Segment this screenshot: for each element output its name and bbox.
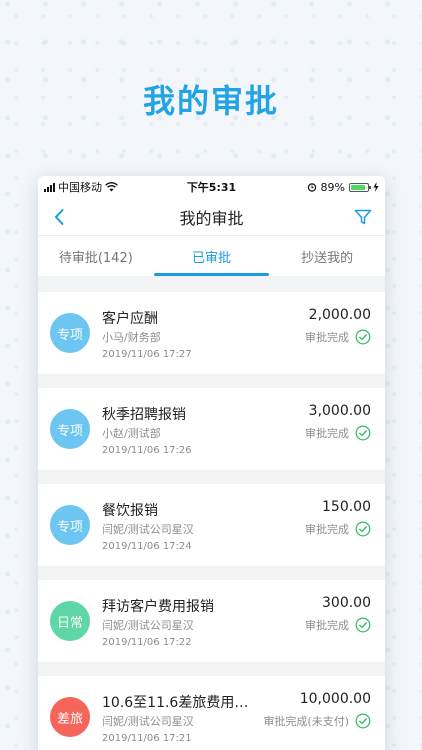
approval-item[interactable]: 专项 秋季招聘报销 小赵/测试部 2019/11/06 17:26 3,000.… — [38, 388, 385, 470]
approval-item[interactable]: 专项 客户应酬 小马/财务部 2019/11/06 17:27 2,000.00… — [38, 292, 385, 374]
tab-bar: 待审批(142) 已审批 抄送我的 — [38, 236, 385, 276]
check-circle-icon — [355, 617, 371, 633]
check-circle-icon — [355, 713, 371, 729]
item-status: 审批完成 — [305, 329, 371, 345]
item-subtitle: 小马/财务部 — [102, 331, 161, 344]
item-amount: 10,000.00 — [299, 691, 371, 707]
item-status: 审批完成(未支付) — [263, 713, 371, 729]
approval-item[interactable]: 专项 餐饮报销 闫妮/测试公司星汉 2019/11/06 17:24 150.0… — [38, 484, 385, 566]
check-circle-icon — [355, 521, 371, 537]
alarm-icon — [307, 183, 316, 192]
item-time: 2019/11/06 17:21 — [102, 733, 192, 744]
page-title: 我的审批 — [179, 208, 244, 228]
item-amount: 300.00 — [322, 595, 371, 611]
item-title: 秋季招聘报销 — [102, 407, 186, 423]
status-bar: 中国移动 下午5:31 89% — [38, 176, 385, 198]
check-circle-icon — [355, 329, 371, 345]
category-tag: 日常 — [50, 601, 90, 641]
item-time: 2019/11/06 17:26 — [102, 445, 192, 456]
approval-item[interactable]: 差旅 10.6至11.6差旅费用… 闫妮/测试公司星汉 2019/11/06 1… — [38, 676, 385, 750]
phone-screen: 中国移动 下午5:31 89% 我的审批 待审批(142) 已审批 抄送我的 专… — [38, 176, 385, 750]
status-label: 审批完成(未支付) — [263, 715, 349, 728]
item-status: 审批完成 — [305, 521, 371, 537]
chevron-left-icon[interactable] — [50, 207, 70, 227]
item-amount: 150.00 — [322, 499, 371, 515]
status-label: 审批完成 — [305, 619, 349, 632]
item-time: 2019/11/06 17:24 — [102, 541, 192, 552]
item-subtitle: 小赵/测试部 — [102, 427, 161, 440]
item-title: 10.6至11.6差旅费用… — [102, 695, 247, 711]
battery-icon — [349, 182, 371, 192]
status-label: 审批完成 — [305, 331, 349, 344]
category-tag: 专项 — [50, 313, 90, 353]
wifi-icon — [105, 182, 118, 192]
category-tag: 专项 — [50, 505, 90, 545]
carrier-label: 中国移动 — [58, 181, 102, 194]
item-amount: 2,000.00 — [308, 307, 371, 323]
item-title: 餐饮报销 — [102, 503, 158, 519]
battery-percent: 89% — [320, 180, 345, 194]
tab-pending[interactable]: 待审批(142) — [38, 236, 154, 276]
tab-cc-me[interactable]: 抄送我的 — [269, 236, 385, 276]
hero-title: 我的审批 — [142, 82, 279, 120]
tab-approved[interactable]: 已审批 — [153, 236, 270, 276]
nav-bar: 我的审批 — [38, 198, 385, 236]
item-status: 审批完成 — [305, 617, 371, 633]
status-label: 审批完成 — [305, 523, 349, 536]
approval-item[interactable]: 日常 拜访客户费用报销 闫妮/测试公司星汉 2019/11/06 17:22 3… — [38, 580, 385, 662]
category-tag: 差旅 — [50, 697, 90, 737]
signal-icon — [44, 182, 55, 192]
approval-list: 专项 客户应酬 小马/财务部 2019/11/06 17:27 2,000.00… — [38, 276, 385, 750]
item-status: 审批完成 — [305, 425, 371, 441]
check-circle-icon — [355, 425, 371, 441]
item-subtitle: 闫妮/测试公司星汉 — [102, 619, 194, 632]
item-amount: 3,000.00 — [308, 403, 371, 419]
item-time: 2019/11/06 17:27 — [102, 349, 192, 360]
item-title: 客户应酬 — [102, 311, 158, 327]
charging-icon — [373, 182, 379, 192]
item-subtitle: 闫妮/测试公司星汉 — [102, 523, 194, 536]
item-title: 拜访客户费用报销 — [102, 599, 214, 615]
item-time: 2019/11/06 17:22 — [102, 637, 192, 648]
status-label: 审批完成 — [305, 427, 349, 440]
item-subtitle: 闫妮/测试公司星汉 — [102, 715, 194, 728]
filter-icon[interactable] — [353, 207, 373, 227]
category-tag: 专项 — [50, 409, 90, 449]
